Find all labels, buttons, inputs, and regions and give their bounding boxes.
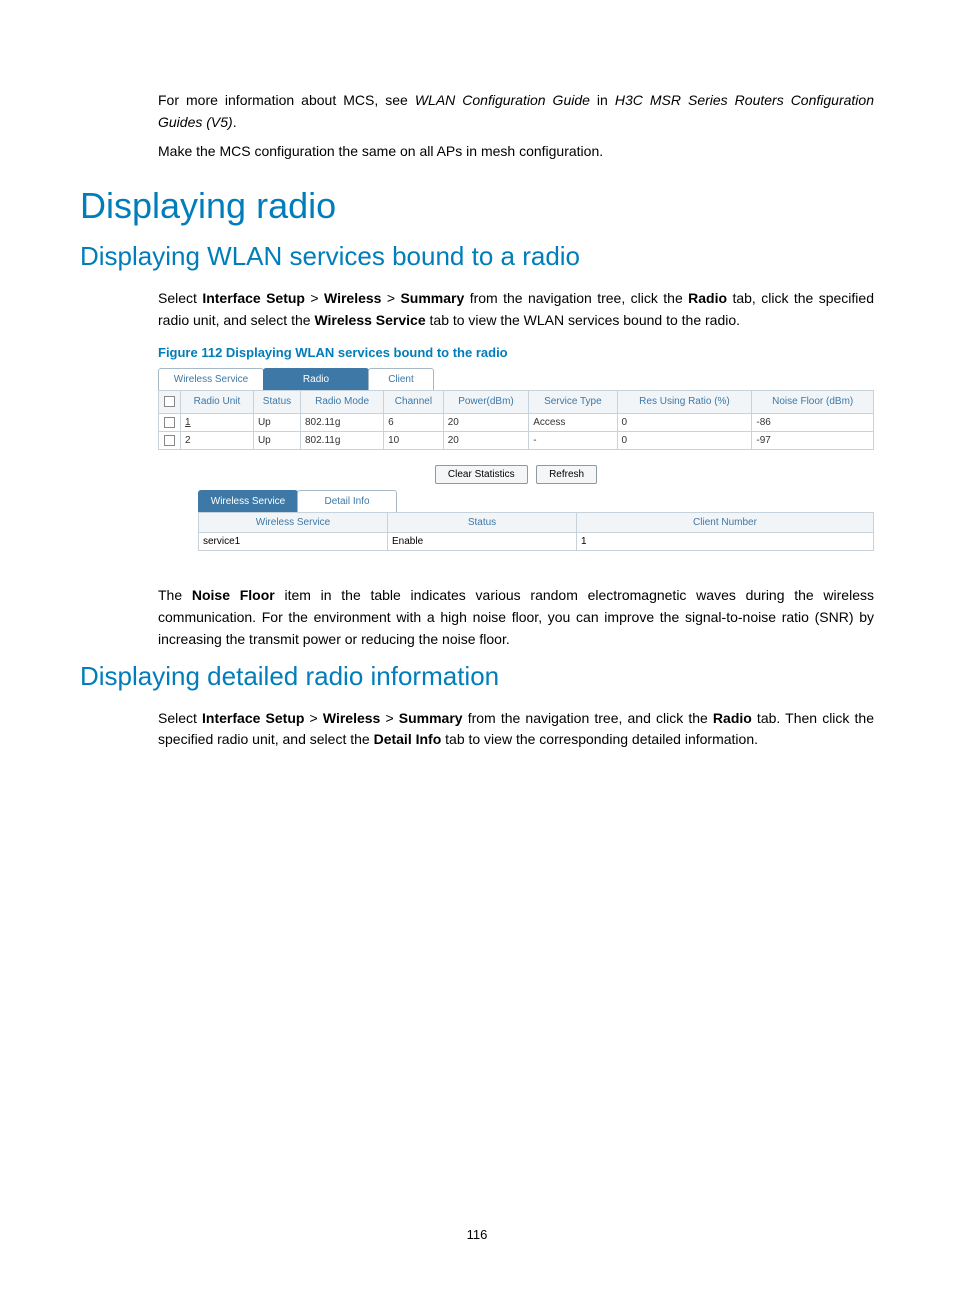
- checkbox-icon[interactable]: [164, 417, 175, 428]
- figure-112: Wireless Service Radio Client Radio Unit…: [158, 368, 874, 551]
- cell-mode: 802.11g: [301, 432, 384, 450]
- text: from the navigation tree, click the: [464, 290, 688, 306]
- text: >: [381, 290, 400, 306]
- checkbox-icon[interactable]: [164, 435, 175, 446]
- clear-statistics-button[interactable]: Clear Statistics: [435, 465, 528, 484]
- text-italic: WLAN Configuration Guide: [415, 92, 590, 108]
- header-client-number: Client Number: [577, 513, 874, 533]
- tab-client[interactable]: Client: [368, 368, 434, 390]
- heading-wlan-services: Displaying WLAN services bound to a radi…: [80, 241, 874, 272]
- cell-noise-floor: -86: [752, 414, 874, 432]
- text-bold: Wireless Service: [314, 312, 425, 328]
- tab-wireless-service[interactable]: Wireless Service: [158, 368, 264, 390]
- sub-tab-wireless-service[interactable]: Wireless Service: [198, 490, 298, 512]
- paragraph-mcs-config: Make the MCS configuration the same on a…: [158, 141, 874, 163]
- wireless-service-table: Wireless Service Status Client Number se…: [198, 512, 874, 551]
- cell-channel: 10: [384, 432, 444, 450]
- text: tab to view the WLAN services bound to t…: [426, 312, 740, 328]
- tab-radio[interactable]: Radio: [263, 368, 369, 390]
- heading-detailed-radio: Displaying detailed radio information: [80, 661, 874, 692]
- cell-checkbox: [159, 414, 181, 432]
- text-bold: Wireless: [323, 710, 380, 726]
- text: Select: [158, 290, 202, 306]
- cell-power: 20: [443, 414, 528, 432]
- cell-channel: 6: [384, 414, 444, 432]
- cell-client-number: 1: [577, 533, 874, 551]
- table-header-row: Radio Unit Status Radio Mode Channel Pow…: [159, 391, 874, 414]
- text: The: [158, 587, 192, 603]
- cell-status: Enable: [388, 533, 577, 551]
- text-bold: Interface Setup: [202, 710, 304, 726]
- text-bold: Radio: [713, 710, 752, 726]
- cell-res: 0: [617, 432, 752, 450]
- table-header-row: Wireless Service Status Client Number: [199, 513, 874, 533]
- text-bold: Noise Floor: [192, 587, 275, 603]
- sub-tab-detail-info[interactable]: Detail Info: [297, 490, 397, 512]
- cell-mode: 802.11g: [301, 414, 384, 432]
- cell-checkbox: [159, 432, 181, 450]
- table-row: service1 Enable 1: [199, 533, 874, 551]
- text-bold: Detail Info: [374, 731, 442, 747]
- sub-tabs: Wireless Service Detail Info: [198, 490, 874, 512]
- text: >: [304, 710, 322, 726]
- heading-displaying-radio: Displaying radio: [80, 185, 874, 227]
- table-row[interactable]: 2 Up 802.11g 10 20 - 0 -97: [159, 432, 874, 450]
- figure-caption: Figure 112 Displaying WLAN services boun…: [158, 345, 874, 360]
- header-radio-mode: Radio Mode: [301, 391, 384, 414]
- checkbox-icon[interactable]: [164, 396, 175, 407]
- paragraph-mcs-info: For more information about MCS, see WLAN…: [158, 90, 874, 133]
- text-bold: Wireless: [324, 290, 381, 306]
- text-bold: Radio: [688, 290, 727, 306]
- cell-wireless-service: service1: [199, 533, 388, 551]
- text: from the navigation tree, and click the: [463, 710, 713, 726]
- header-power: Power(dBm): [443, 391, 528, 414]
- text-bold: Summary: [400, 290, 464, 306]
- button-row: Clear Statistics Refresh: [158, 464, 874, 484]
- cell-service-type: Access: [529, 414, 617, 432]
- text: .: [233, 114, 237, 130]
- text-bold: Summary: [399, 710, 463, 726]
- header-status: Status: [253, 391, 300, 414]
- top-tabs: Wireless Service Radio Client: [158, 368, 874, 390]
- text: in: [590, 92, 615, 108]
- text: >: [380, 710, 398, 726]
- header-noise-floor: Noise Floor (dBm): [752, 391, 874, 414]
- text-bold: Interface Setup: [202, 290, 305, 306]
- header-radio-unit: Radio Unit: [181, 391, 254, 414]
- header-wireless-service: Wireless Service: [199, 513, 388, 533]
- cell-power: 20: [443, 432, 528, 450]
- text: For more information about MCS, see: [158, 92, 415, 108]
- cell-radio-unit[interactable]: 2: [181, 432, 254, 450]
- refresh-button[interactable]: Refresh: [536, 465, 597, 484]
- text: Select: [158, 710, 202, 726]
- cell-status: Up: [253, 432, 300, 450]
- cell-res: 0: [617, 414, 752, 432]
- table-row[interactable]: 1 Up 802.11g 6 20 Access 0 -86: [159, 414, 874, 432]
- cell-service-type: -: [529, 432, 617, 450]
- cell-status: Up: [253, 414, 300, 432]
- page-number: 116: [0, 1227, 954, 1242]
- cell-noise-floor: -97: [752, 432, 874, 450]
- text: >: [305, 290, 324, 306]
- header-res-using: Res Using Ratio (%): [617, 391, 752, 414]
- header-channel: Channel: [384, 391, 444, 414]
- header-status: Status: [388, 513, 577, 533]
- radio-table: Radio Unit Status Radio Mode Channel Pow…: [158, 390, 874, 450]
- header-service-type: Service Type: [529, 391, 617, 414]
- paragraph-nav-instructions-2: Select Interface Setup > Wireless > Summ…: [158, 708, 874, 751]
- paragraph-noise-floor: The Noise Floor item in the table indica…: [158, 585, 874, 650]
- text: tab to view the corresponding detailed i…: [441, 731, 758, 747]
- cell-radio-unit[interactable]: 1: [181, 414, 254, 432]
- paragraph-nav-instructions-1: Select Interface Setup > Wireless > Summ…: [158, 288, 874, 331]
- header-checkbox: [159, 391, 181, 414]
